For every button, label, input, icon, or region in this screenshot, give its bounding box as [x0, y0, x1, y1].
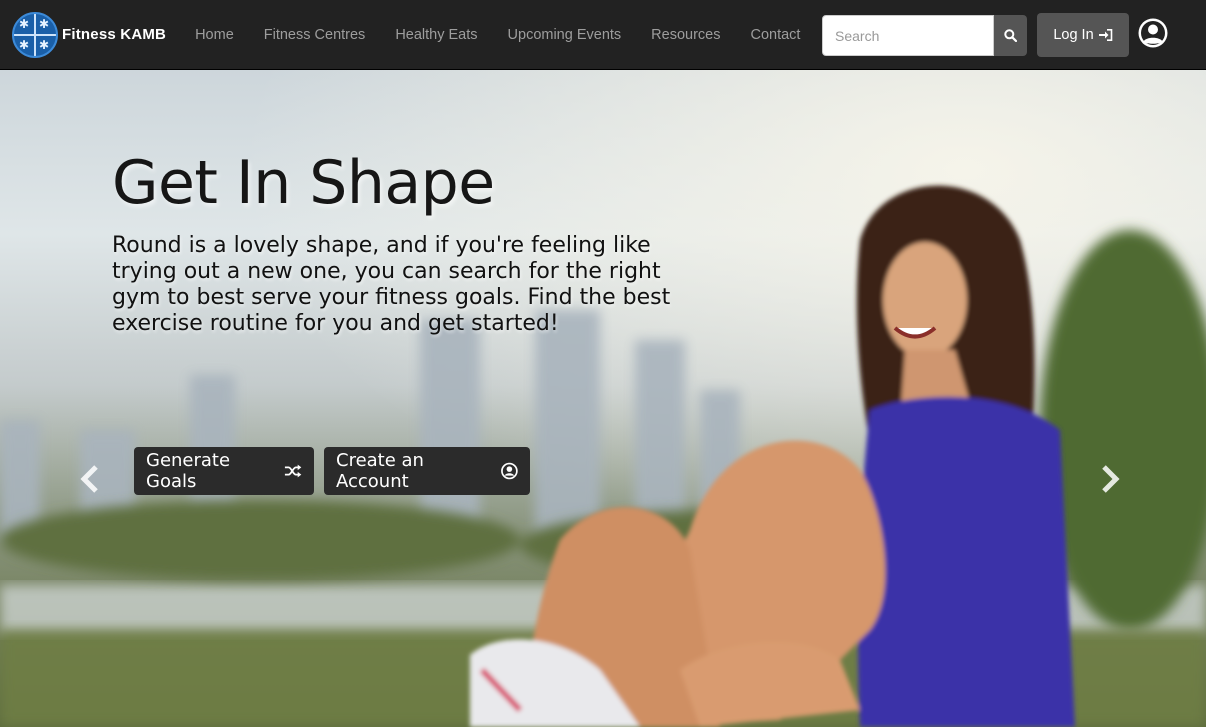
- create-account-button[interactable]: Create an Account: [324, 447, 530, 495]
- login-label: Log In: [1053, 27, 1094, 43]
- hero-carousel: Get In Shape Round is a lovely shape, an…: [0, 70, 1206, 727]
- shuffle-icon: [284, 464, 302, 478]
- chevron-left-icon: [80, 465, 98, 493]
- nav-item-home[interactable]: Home: [180, 0, 249, 70]
- search-button[interactable]: [994, 15, 1027, 56]
- login-button[interactable]: Log In: [1037, 13, 1129, 57]
- brand[interactable]: ✱ ✱ ✱ ✱ Fitness KAMB: [12, 11, 167, 58]
- nav-item-resources[interactable]: Resources: [636, 0, 735, 70]
- carousel-next-button[interactable]: [1098, 463, 1122, 497]
- sign-in-icon: [1098, 29, 1112, 41]
- search-icon: [1004, 29, 1017, 42]
- generate-goals-button[interactable]: Generate Goals: [134, 447, 314, 495]
- nav-item-upcoming-events[interactable]: Upcoming Events: [493, 0, 637, 70]
- nav-item-fitness-centres[interactable]: Fitness Centres: [249, 0, 381, 70]
- create-account-label: Create an Account: [336, 450, 424, 492]
- main-nav: Home Fitness Centres Healthy Eats Upcomi…: [180, 0, 815, 70]
- user-circle-icon[interactable]: [1137, 17, 1169, 49]
- nav-item-healthy-eats[interactable]: Healthy Eats: [380, 0, 492, 70]
- top-navbar: ✱ ✱ ✱ ✱ Fitness KAMB Home Fitness Centre…: [0, 0, 1206, 70]
- nav-item-contact[interactable]: Contact: [735, 0, 815, 70]
- brand-name: Fitness KAMB: [62, 26, 167, 43]
- hero-description: Round is a lovely shape, and if you're f…: [112, 233, 671, 336]
- search-input[interactable]: [822, 15, 994, 56]
- carousel-prev-button[interactable]: [78, 463, 102, 497]
- generate-goals-label: Generate Goals: [146, 450, 231, 492]
- search-form: [822, 15, 1027, 56]
- user-circle-icon: [501, 462, 518, 480]
- chevron-right-icon: [1102, 465, 1120, 493]
- fitness-figures-logo-icon: ✱ ✱ ✱ ✱: [12, 11, 58, 58]
- hero-title: Get In Shape: [112, 148, 495, 218]
